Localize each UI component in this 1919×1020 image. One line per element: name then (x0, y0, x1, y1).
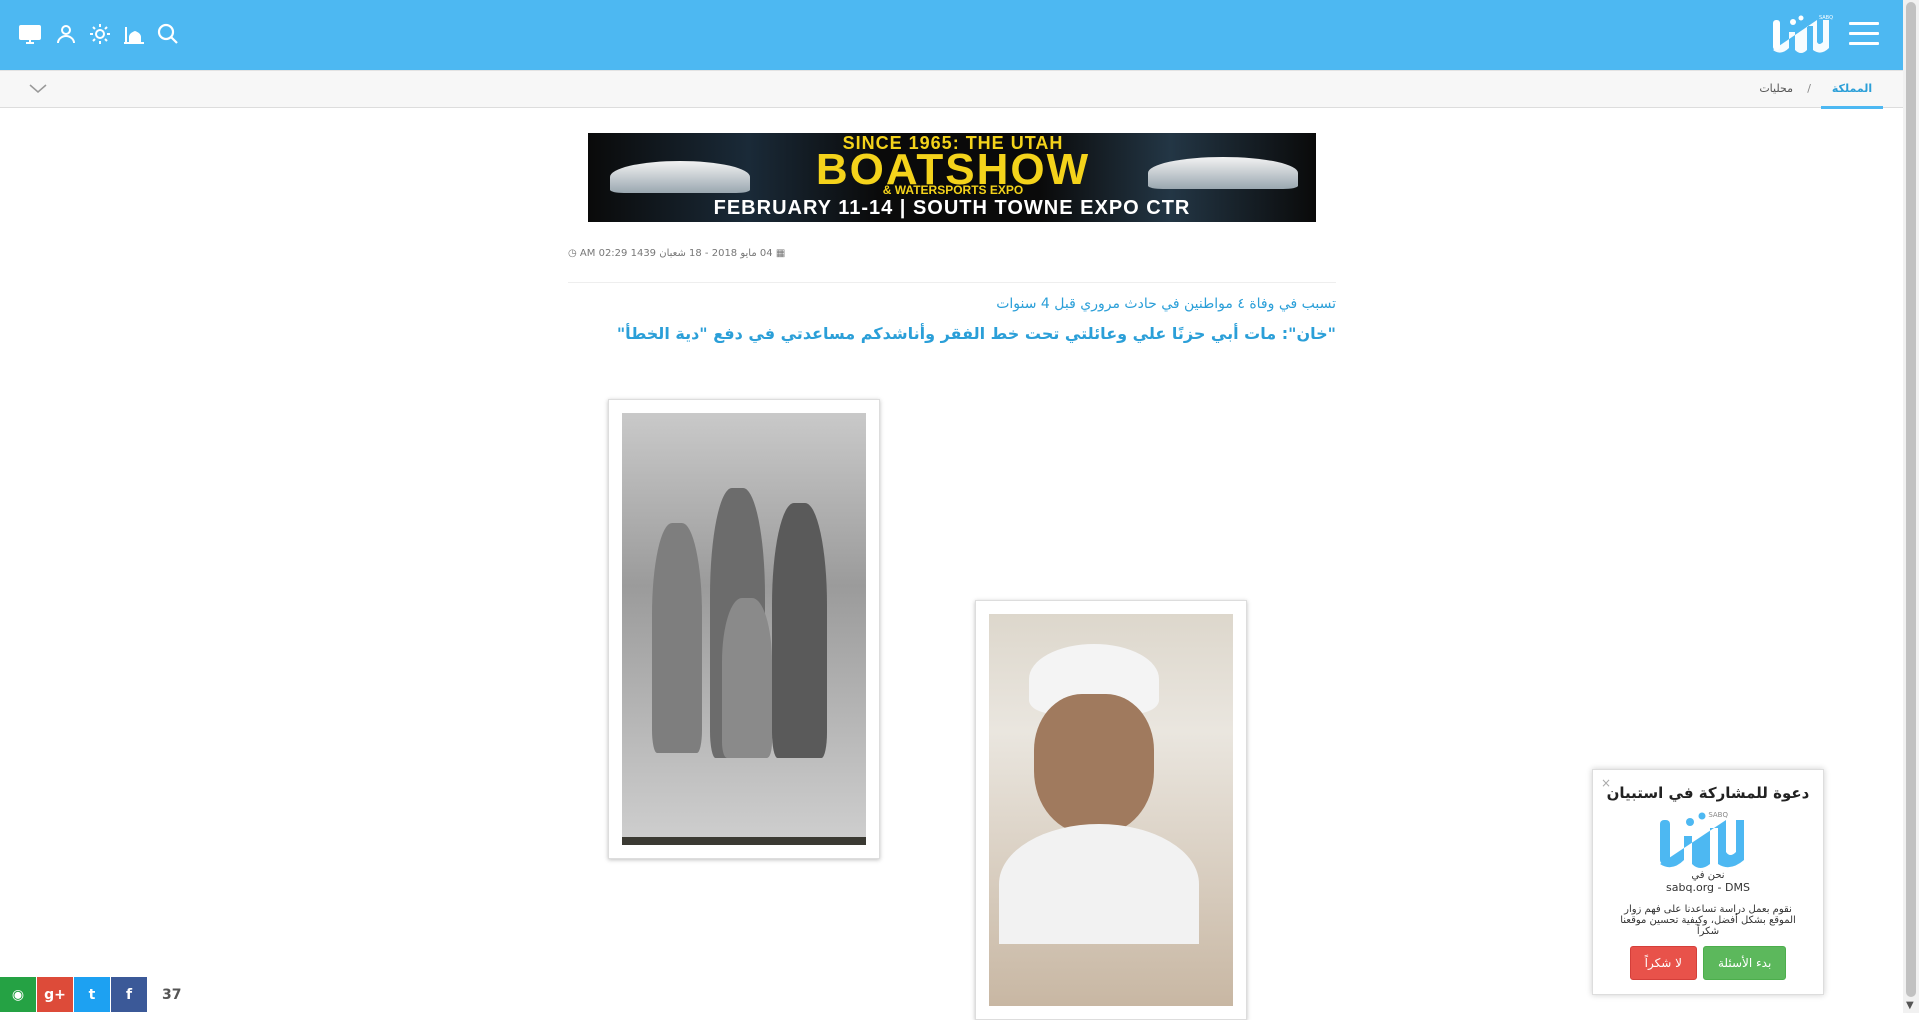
twitter-icon[interactable]: t (74, 977, 110, 1012)
scrollbar[interactable]: ▼ (1903, 0, 1919, 1013)
sabq-logo[interactable]: SABQ (1771, 12, 1833, 54)
sun-icon[interactable] (86, 20, 114, 48)
survey-popup: × دعوة للمشاركة في استبيان SABQ نحن في s… (1592, 769, 1824, 995)
scroll-down-icon[interactable]: ▼ (1906, 1000, 1914, 1011)
survey-description: نقوم بعمل دراسة تساعدنا على فهم زوار الم… (1620, 904, 1796, 937)
facebook-icon[interactable]: f (111, 977, 147, 1012)
divider (568, 282, 1336, 283)
article-subtitle: تسبب في وفاة ٤ مواطنين في حادث مروري قبل… (996, 296, 1336, 312)
calendar-icon: ▦ (775, 248, 786, 259)
banner-line-3: & WATERSPORTS EXPO (882, 183, 1024, 197)
share-bar: ◉ g+ t f 37 (0, 977, 181, 1013)
google-plus-icon[interactable]: g+ (37, 977, 73, 1012)
menu-button[interactable] (1849, 22, 1879, 46)
article-photo-man[interactable] (975, 600, 1247, 1020)
banner-line-4: FEBRUARY 11-14 | SOUTH TOWNE EXPO CTR (713, 197, 1191, 219)
chevron-down-icon[interactable] (28, 81, 48, 97)
boat-image-left (610, 161, 750, 193)
article-photo-children[interactable] (608, 399, 880, 859)
article-headline: "خان": مات أبي حزنًا علي وعائلتي تحت خط … (616, 324, 1336, 343)
svg-text:SABQ: SABQ (1819, 15, 1833, 21)
breadcrumb-home[interactable]: المملكة (1821, 71, 1883, 109)
whatsapp-icon[interactable]: ◉ (0, 977, 36, 1012)
mosque-icon[interactable] (120, 20, 148, 48)
top-bar: SABQ (0, 0, 1903, 70)
close-icon[interactable]: × (1601, 776, 1611, 790)
ad-banner[interactable]: SINCE 1965: THE UTAH BOATSHOW & WATERSPO… (588, 133, 1316, 222)
svg-text:SABQ: SABQ (1708, 811, 1728, 819)
boat-image-right (1148, 157, 1298, 189)
breadcrumb-separator: / (1807, 82, 1811, 95)
no-thanks-button[interactable]: لا شكراً (1629, 946, 1697, 980)
survey-we-are: نحن في (1691, 870, 1725, 881)
survey-site: sabq.org - DMS (1666, 881, 1750, 894)
start-survey-button[interactable]: بدء الأسئلة (1702, 946, 1787, 980)
share-count: 37 (162, 987, 182, 1003)
search-icon[interactable] (154, 20, 182, 48)
clock-icon: ◷ (568, 248, 577, 259)
sabq-logo: SABQ (1660, 811, 1744, 868)
user-icon[interactable] (52, 20, 80, 48)
breadcrumb-section[interactable]: محليات (1759, 82, 1793, 95)
article-date: 04 مايو 2018 - 18 شعبان 1439 02:29 AM (579, 248, 773, 259)
article-meta: ▦ 04 مايو 2018 - 18 شعبان 1439 02:29 AM … (568, 248, 785, 259)
breadcrumb: المملكة / محليات (0, 70, 1903, 109)
survey-title: دعوة للمشاركة في استبيان (1606, 784, 1810, 802)
desktop-icon[interactable] (16, 20, 44, 48)
